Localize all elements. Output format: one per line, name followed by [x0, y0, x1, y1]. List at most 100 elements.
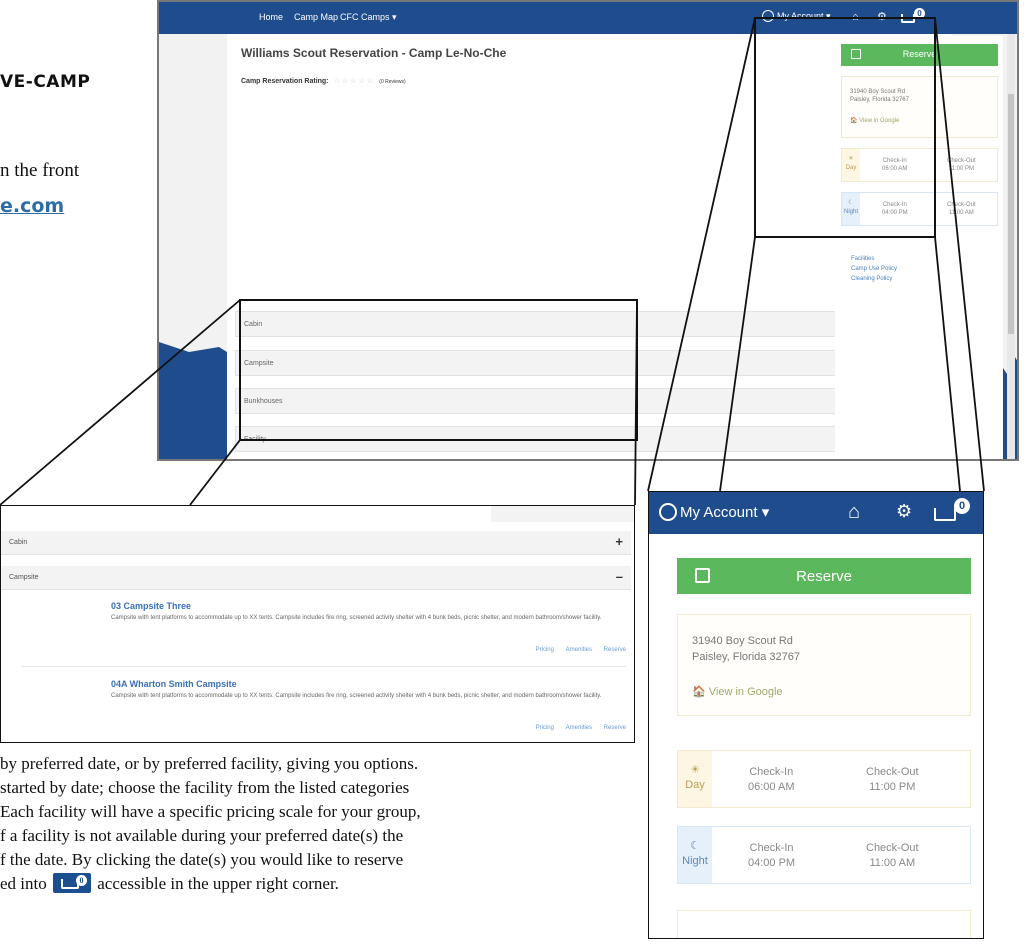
address-line-1: 31940 Boy Scout Rd — [692, 635, 793, 647]
accordion-cabin[interactable]: Cabin + — [235, 311, 935, 337]
nav-my-account[interactable]: My Account ▾ — [659, 503, 769, 521]
paragraph-text: accessible in the upper right corner. — [93, 874, 339, 893]
reserve-button[interactable]: Reserve — [677, 558, 971, 594]
accordion-bunkhouses[interactable]: Bunkhouses + — [235, 388, 935, 414]
check-in-label: Check-In — [749, 766, 794, 778]
inset-accordion-campsite[interactable]: Campsite – — [1, 566, 631, 590]
night-check-out: Check-Out 11:00 AM — [947, 201, 976, 217]
paragraph-line: Each facility will have a specific prici… — [0, 802, 421, 821]
nav-my-account[interactable]: My Account ▾ — [762, 10, 831, 22]
view-in-google-label: View in Google — [708, 686, 783, 698]
my-account-label: My Account ▾ — [680, 504, 770, 521]
day-times: ☀ Day Check-In 06:00 AM Check-Out 11:00 PM — [841, 148, 998, 182]
paragraph-line: by preferred date, or by preferred facil… — [0, 754, 419, 773]
view-in-google-link[interactable]: 🏠 View in Google — [692, 685, 783, 698]
document-paragraph: by preferred date, or by preferred facil… — [0, 752, 648, 896]
document-link-fragment[interactable]: e.com — [0, 195, 64, 217]
check-out-label: Check-Out — [947, 202, 976, 208]
cart-badge: 0 — [954, 498, 970, 514]
accordion-label: Cabin — [9, 539, 28, 546]
accordion-label: Facility — [244, 436, 266, 443]
accordion-label: Campsite — [9, 574, 39, 581]
reserve-link[interactable]: Reserve — [604, 725, 626, 731]
campsite-actions: Pricing Amenities Reserve — [526, 647, 626, 653]
day-check-out: Check-Out 11:00 PM — [866, 765, 919, 795]
check-out-label: Check-Out — [947, 158, 976, 164]
content-panel: Williams Scout Reservation - Camp Le-No-… — [227, 34, 1003, 459]
night-label-text: Night — [843, 209, 858, 215]
night-check-out: Check-Out 11:00 AM — [866, 841, 919, 871]
camp-page-screenshot: Home Camp Map CFC Camps ▾ My Account ▾ ⌂… — [157, 0, 1019, 461]
paragraph-line: f a facility is not available during you… — [0, 826, 404, 845]
amenities-link[interactable]: Amenities — [566, 647, 592, 653]
nav-home[interactable]: Home — [259, 12, 283, 22]
day-label-text: Day — [685, 779, 705, 791]
pricing-link[interactable]: Pricing — [536, 725, 554, 731]
check-in-time: 04:00 PM — [882, 210, 908, 216]
night-check-in: Check-In 04:00 PM — [748, 841, 795, 871]
check-in-time: 06:00 AM — [882, 166, 908, 172]
top-navigation-bar: Home Camp Map CFC Camps ▾ My Account ▾ ⌂… — [159, 2, 1017, 34]
campsite-listing: 04A Wharton Smith Campsite Campsite with… — [111, 679, 626, 731]
home-icon[interactable]: ⌂ — [852, 11, 859, 23]
inset-accordion-cabin[interactable]: Cabin + — [1, 531, 631, 555]
night-label-text: Night — [682, 855, 708, 867]
collapse-icon[interactable]: – — [616, 569, 623, 584]
accordion-campsite[interactable]: Campsite + — [235, 350, 935, 376]
view-in-google-link[interactable]: 🏠 View in Google — [850, 117, 899, 124]
zoom-navigation-bar: My Account ▾ ⌂ ⚙ 0 — [649, 492, 983, 534]
day-check-in: Check-In 06:00 AM — [882, 157, 907, 173]
cart-badge: 0 — [914, 8, 925, 19]
my-account-label: My Account ▾ — [777, 11, 831, 21]
accordion-label: Bunkhouses — [244, 398, 283, 405]
check-out-time: 11:00 PM — [948, 166, 974, 172]
address-box: 31940 Boy Scout Rd Paisley, Florida 3276… — [841, 76, 998, 138]
link-facilities[interactable]: Facilities — [841, 254, 998, 264]
home-icon[interactable]: ⌂ — [848, 501, 860, 524]
campsite-description: Campsite with tent platforms to accommod… — [111, 693, 602, 699]
view-in-google-label: View in Google — [859, 118, 900, 124]
nav-cfc-camps[interactable]: CFC Camps ▾ — [340, 12, 397, 23]
pricing-link[interactable]: Pricing — [536, 647, 554, 653]
check-out-time: 11:00 AM — [948, 210, 974, 216]
accordion-label: Cabin — [244, 321, 263, 328]
account-icon — [659, 503, 677, 521]
address-line-2: Paisley, Florida 32767 — [692, 651, 801, 663]
address-box: 31940 Boy Scout Rd Paisley, Florida 3276… — [677, 614, 971, 716]
gear-icon[interactable]: ⚙ — [877, 10, 887, 23]
night-times: ☾ Night Check-In 04:00 PM Check-Out 11:00 A… — [841, 192, 998, 226]
scrollbar[interactable] — [1007, 34, 1015, 459]
night-label: ☾ Night — [842, 193, 860, 225]
cart-badge: 0 — [76, 875, 87, 886]
gear-icon[interactable]: ⚙ — [896, 501, 912, 522]
link-camp-use-policy[interactable]: Camp Use Policy — [841, 264, 998, 274]
document-heading-fragment: VE-CAMP — [0, 72, 91, 92]
night-check-in: Check-In 04:00 PM — [882, 201, 908, 217]
campsite-actions: Pricing Amenities Reserve — [526, 725, 626, 731]
cart-icon: 0 — [53, 873, 91, 893]
nav-camp-map[interactable]: Camp Map — [294, 12, 338, 22]
reserve-button[interactable]: Reserve — [841, 44, 998, 66]
rating-stars[interactable]: ☆☆☆☆☆ — [333, 76, 374, 85]
next-card-edge — [677, 910, 971, 938]
document-line-fragment: n the front — [0, 160, 80, 181]
check-in-label: Check-In — [749, 842, 794, 854]
campsite-name[interactable]: 03 Campsite Three — [111, 601, 626, 611]
account-icon — [762, 10, 774, 22]
link-cleaning-policy[interactable]: Cleaning Policy — [841, 274, 998, 284]
expand-icon[interactable]: + — [615, 534, 623, 549]
scrollbar-thumb[interactable] — [1008, 94, 1014, 334]
camp-sidebar: Reserve 31940 Boy Scout Rd Paisley, Flor… — [835, 36, 1003, 459]
amenities-link[interactable]: Amenities — [566, 725, 592, 731]
campsite-name[interactable]: 04A Wharton Smith Campsite — [111, 679, 626, 689]
rating-label: Camp Reservation Rating: — [241, 78, 329, 85]
night-times: ☾ Night Check-In 04:00 PM Check-Out 11:00 A… — [677, 826, 971, 884]
reserve-link[interactable]: Reserve — [604, 647, 626, 653]
accordion-facility[interactable]: Facility + — [235, 426, 935, 452]
paragraph-text: ed into — [0, 874, 51, 893]
check-in-label: Check-In — [882, 202, 907, 208]
day-check-out: Check-Out 11:00 PM — [947, 157, 976, 173]
review-count: (0 Reviews) — [379, 79, 406, 85]
day-label: ☀ Day — [678, 751, 712, 807]
policy-links: Facilities Camp Use Policy Cleaning Poli… — [841, 254, 998, 284]
